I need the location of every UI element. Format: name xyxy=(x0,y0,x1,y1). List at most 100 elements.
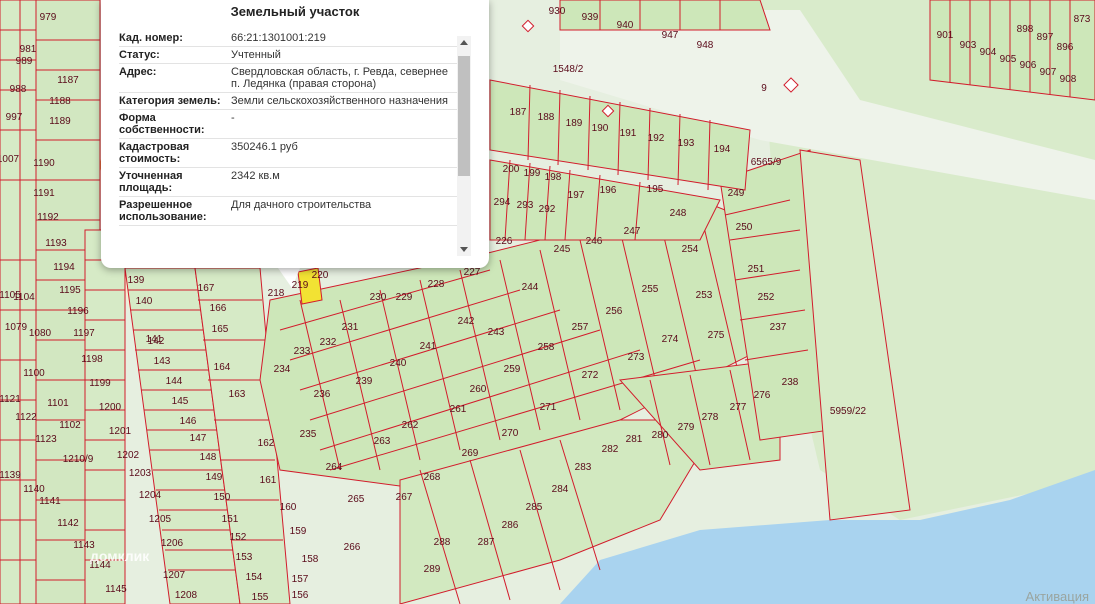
parcel-label: 1140 xyxy=(23,484,45,495)
parcel-label: 989 xyxy=(16,56,33,67)
row-label: Форма собственности: xyxy=(119,112,205,136)
parcel-label: 233 xyxy=(294,346,311,357)
parcel-label: 294 xyxy=(494,197,511,208)
row-value: Учтенный xyxy=(231,49,281,61)
activation-watermark: Активация xyxy=(1025,589,1089,604)
parcel-label: 162 xyxy=(258,438,275,449)
parcel-label: 218 xyxy=(268,288,285,299)
parcel-label: 264 xyxy=(326,462,343,473)
parcel-label: 1121 xyxy=(0,394,21,405)
row-label: Статус: xyxy=(119,49,160,61)
parcel-label: 1139 xyxy=(0,470,21,481)
parcel-label: 247 xyxy=(624,226,641,237)
parcel-label: 219 xyxy=(292,280,309,291)
row-value: Земли сельскохозяйственного назначения xyxy=(231,95,448,107)
scroll-down-arrow-icon[interactable] xyxy=(460,247,468,252)
parcel-label: 1195 xyxy=(59,285,81,296)
parcel-label: 140 xyxy=(136,296,153,307)
parcel-label: 1102 xyxy=(59,420,81,431)
parcel-label: 1079 xyxy=(5,322,28,333)
parcel-label: 907 xyxy=(1040,67,1057,78)
parcel-label: 283 xyxy=(575,462,592,473)
parcel-label: 145 xyxy=(172,396,189,407)
parcel-label: 1141 xyxy=(39,496,61,507)
parcel-label: 268 xyxy=(424,472,441,483)
parcel-label: 167 xyxy=(198,283,215,294)
popup-body[interactable]: Кад. номер: 66:21:1301001:219 Статус: Уч… xyxy=(119,30,459,256)
parcel-label: 1193 xyxy=(45,238,67,249)
parcel-label: 1202 xyxy=(117,450,140,461)
parcel-label: 1206 xyxy=(161,538,184,549)
parcel-label: 245 xyxy=(554,244,571,255)
parcel-label: 249 xyxy=(728,188,745,199)
popup-scrollbar[interactable] xyxy=(457,36,471,256)
parcel-label: 903 xyxy=(960,40,977,51)
parcel-label: 251 xyxy=(748,264,765,275)
parcel-label: 1101 xyxy=(47,398,69,409)
parcel-label: 270 xyxy=(502,428,519,439)
parcel-label: 280 xyxy=(652,430,669,441)
parcel-label: 144 xyxy=(166,376,183,387)
parcel-label: 276 xyxy=(754,390,771,401)
parcel-label: 981 xyxy=(20,44,37,55)
parcel-label: 292 xyxy=(539,204,556,215)
parcel-label: 235 xyxy=(300,429,317,440)
parcel-label: 1198 xyxy=(81,354,103,365)
info-row: Кад. номер: 66:21:1301001:219 xyxy=(119,30,459,47)
parcel-label: 1122 xyxy=(15,412,37,423)
parcel-label: 143 xyxy=(154,356,171,367)
parcel-label: 272 xyxy=(582,370,599,381)
parcel-label: 1207 xyxy=(163,570,186,581)
scroll-up-arrow-icon[interactable] xyxy=(460,40,468,45)
parcel-label: 293 xyxy=(517,200,534,211)
parcel-label: 988 xyxy=(10,84,27,95)
popup-title: Земельный участок xyxy=(230,4,360,19)
parcel-label: 997 xyxy=(6,112,23,123)
parcel-label: 1190 xyxy=(33,158,55,169)
parcel-label: 263 xyxy=(374,436,391,447)
parcel-label: 190 xyxy=(592,123,609,134)
parcel-info-popup: Земельный участок Кад. номер: 66:21:1301… xyxy=(101,0,489,268)
parcel-label: 246 xyxy=(586,236,603,247)
parcel-label: 228 xyxy=(428,279,445,290)
parcel-label: 165 xyxy=(212,324,229,335)
parcel-label: 1194 xyxy=(53,262,75,273)
parcel-label: 258 xyxy=(538,342,555,353)
row-value: 2342 кв.м xyxy=(231,170,280,182)
parcel-label: 256 xyxy=(606,306,623,317)
parcel-label: 152 xyxy=(230,532,247,543)
parcel-label: 200 xyxy=(503,164,520,175)
parcel-label: 147 xyxy=(190,433,207,444)
parcel-label: 1203 xyxy=(129,468,152,479)
parcel-label: 248 xyxy=(670,208,687,219)
parcel-label: 257 xyxy=(572,322,589,333)
parcel-label: 244 xyxy=(522,282,539,293)
parcel-label: 284 xyxy=(552,484,569,495)
parcel-label: 253 xyxy=(696,290,713,301)
parcel-label: 1105 xyxy=(0,290,21,301)
parcel-label: 240 xyxy=(390,358,407,369)
parcel-label: 188 xyxy=(538,112,555,123)
scroll-thumb[interactable] xyxy=(458,56,470,176)
parcel-label: 229 xyxy=(396,292,413,303)
parcel-label: 873 xyxy=(1074,14,1091,25)
parcel-label: 194 xyxy=(714,144,731,155)
parcel-label: 279 xyxy=(678,422,695,433)
parcel-label: 1208 xyxy=(175,590,198,601)
parcel-label: 1145 xyxy=(105,584,127,595)
parcel-label: 157 xyxy=(292,574,309,585)
parcel-label: 908 xyxy=(1060,74,1077,85)
parcel-label: 288 xyxy=(434,537,451,548)
parcel-label: 1188 xyxy=(49,96,71,107)
parcel-label: 266 xyxy=(344,542,361,553)
parcel-label: 227 xyxy=(464,267,481,278)
parcel-label: 1100 xyxy=(23,368,45,379)
row-value: - xyxy=(231,112,235,124)
parcel-label: 1204 xyxy=(139,490,162,501)
parcel-label: 1142 xyxy=(57,518,79,529)
parcel-label: 287 xyxy=(478,537,495,548)
brand-watermark: домклик xyxy=(90,548,150,564)
parcel-label: 237 xyxy=(770,322,787,333)
parcel-label: 1007 xyxy=(0,154,20,165)
row-value: Для дачного строительства xyxy=(231,199,372,211)
